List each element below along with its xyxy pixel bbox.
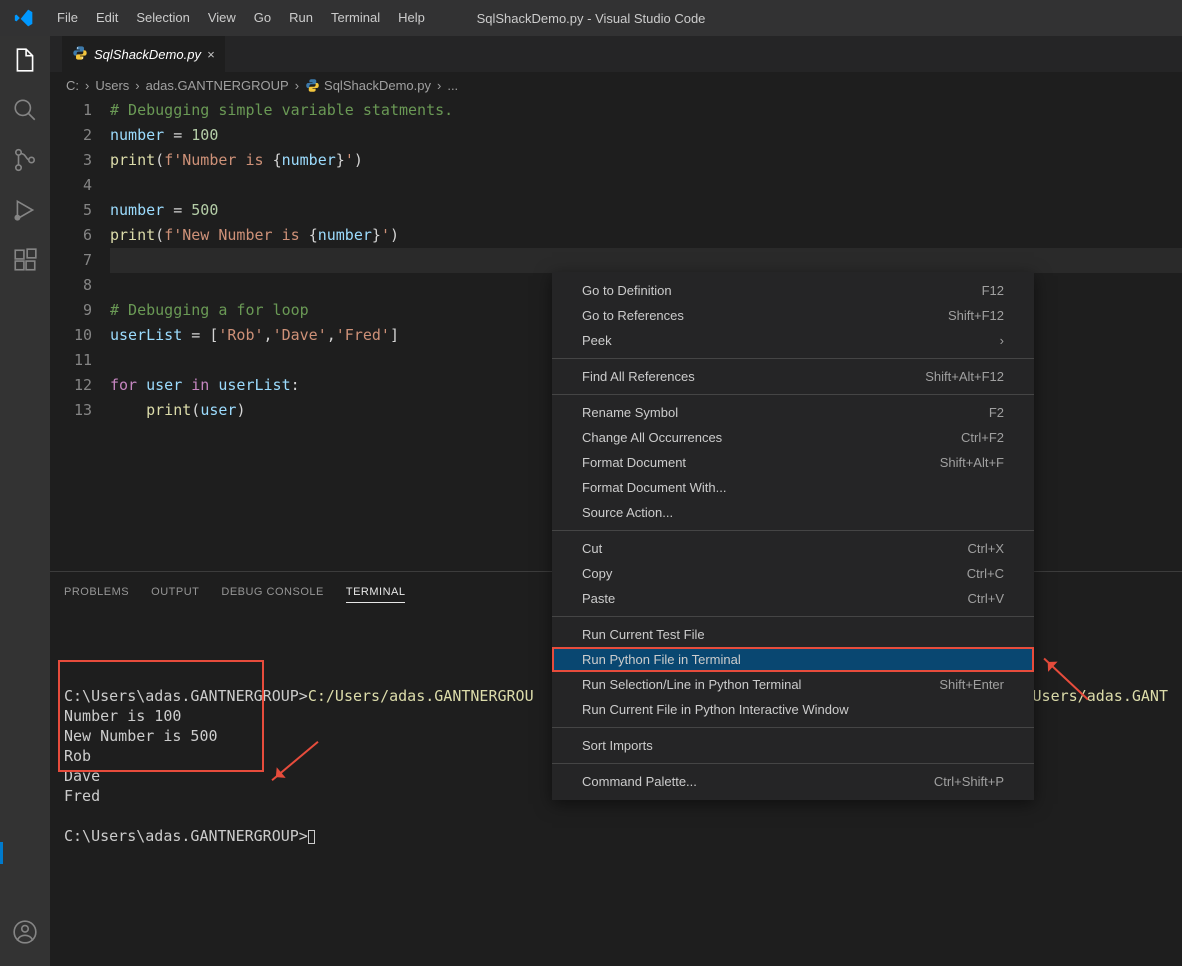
annotation-marker xyxy=(0,842,3,864)
menu-separator xyxy=(552,616,1034,617)
titlebar: FileEditSelectionViewGoRunTerminalHelp S… xyxy=(0,0,1182,36)
panel-tab-output[interactable]: OUTPUT xyxy=(151,586,199,602)
explorer-icon[interactable] xyxy=(11,46,39,74)
python-icon xyxy=(72,45,88,64)
menu-item-find-all-references[interactable]: Find All ReferencesShift+Alt+F12 xyxy=(552,364,1034,389)
chevron-right-icon: › xyxy=(295,78,299,93)
panel-tab-debug-console[interactable]: DEBUG CONSOLE xyxy=(221,586,323,602)
menubar: FileEditSelectionViewGoRunTerminalHelp xyxy=(48,0,434,36)
menu-item-source-action[interactable]: Source Action... xyxy=(552,500,1034,525)
menu-go[interactable]: Go xyxy=(245,0,280,36)
menu-item-run-current-file-in-python-interactive-window[interactable]: Run Current File in Python Interactive W… xyxy=(552,697,1034,722)
account-icon[interactable] xyxy=(11,918,39,946)
breadcrumb[interactable]: C: › Users › adas.GANTNERGROUP › SqlShackDemo.… xyxy=(50,72,1182,98)
menu-edit[interactable]: Edit xyxy=(87,0,127,36)
menu-item-command-palette[interactable]: Command Palette...Ctrl+Shift+P xyxy=(552,769,1034,794)
chevron-right-icon: › xyxy=(1000,333,1004,348)
menu-help[interactable]: Help xyxy=(389,0,434,36)
breadcrumb-segment[interactable]: SqlShackDemo.py xyxy=(324,78,431,93)
panel-tab-problems[interactable]: PROBLEMS xyxy=(64,586,129,602)
menu-run[interactable]: Run xyxy=(280,0,322,36)
menu-view[interactable]: View xyxy=(199,0,245,36)
chevron-right-icon: › xyxy=(85,78,89,93)
menu-item-peek[interactable]: Peek› xyxy=(552,328,1034,353)
menu-separator xyxy=(552,530,1034,531)
menu-item-run-python-file-in-terminal[interactable]: Run Python File in Terminal xyxy=(552,647,1034,672)
menu-item-run-selection-line-in-python-terminal[interactable]: Run Selection/Line in Python TerminalShi… xyxy=(552,672,1034,697)
chevron-right-icon: › xyxy=(437,78,441,93)
activity-bar xyxy=(0,36,50,966)
menu-item-sort-imports[interactable]: Sort Imports xyxy=(552,733,1034,758)
menu-item-run-current-test-file[interactable]: Run Current Test File xyxy=(552,622,1034,647)
menu-item-change-all-occurrences[interactable]: Change All OccurrencesCtrl+F2 xyxy=(552,425,1034,450)
line-numbers: 12345678910111213 xyxy=(50,98,110,571)
menu-item-cut[interactable]: CutCtrl+X xyxy=(552,536,1034,561)
context-menu: Go to DefinitionF12Go to ReferencesShift… xyxy=(552,272,1034,800)
annotation-highlight-box xyxy=(58,660,264,772)
menu-separator xyxy=(552,358,1034,359)
menu-item-go-to-definition[interactable]: Go to DefinitionF12 xyxy=(552,278,1034,303)
menu-item-paste[interactable]: PasteCtrl+V xyxy=(552,586,1034,611)
menu-selection[interactable]: Selection xyxy=(127,0,198,36)
menu-item-format-document-with[interactable]: Format Document With... xyxy=(552,475,1034,500)
tab-filename: SqlShackDemo.py xyxy=(94,47,201,62)
tab-active[interactable]: SqlShackDemo.py × xyxy=(62,36,225,72)
breadcrumb-segment[interactable]: C: xyxy=(66,78,79,93)
menu-item-go-to-references[interactable]: Go to ReferencesShift+F12 xyxy=(552,303,1034,328)
vscode-logo-icon xyxy=(0,8,48,28)
search-icon[interactable] xyxy=(11,96,39,124)
editor-tabs: SqlShackDemo.py × xyxy=(50,36,1182,72)
breadcrumb-segment[interactable]: ... xyxy=(447,78,458,93)
breadcrumb-segment[interactable]: adas.GANTNERGROUP xyxy=(146,78,289,93)
menu-item-copy[interactable]: CopyCtrl+C xyxy=(552,561,1034,586)
breadcrumb-segment[interactable]: Users xyxy=(95,78,129,93)
breadcrumb-segment[interactable]: SqlShackDemo.py xyxy=(305,78,431,93)
extensions-icon[interactable] xyxy=(11,246,39,274)
menu-separator xyxy=(552,727,1034,728)
menu-file[interactable]: File xyxy=(48,0,87,36)
menu-terminal[interactable]: Terminal xyxy=(322,0,389,36)
menu-item-format-document[interactable]: Format DocumentShift+Alt+F xyxy=(552,450,1034,475)
menu-item-rename-symbol[interactable]: Rename SymbolF2 xyxy=(552,400,1034,425)
menu-separator xyxy=(552,394,1034,395)
menu-separator xyxy=(552,763,1034,764)
chevron-right-icon: › xyxy=(135,78,139,93)
run-debug-icon[interactable] xyxy=(11,196,39,224)
close-icon[interactable]: × xyxy=(207,47,215,62)
panel-tab-terminal[interactable]: TERMINAL xyxy=(346,586,406,603)
source-control-icon[interactable] xyxy=(11,146,39,174)
